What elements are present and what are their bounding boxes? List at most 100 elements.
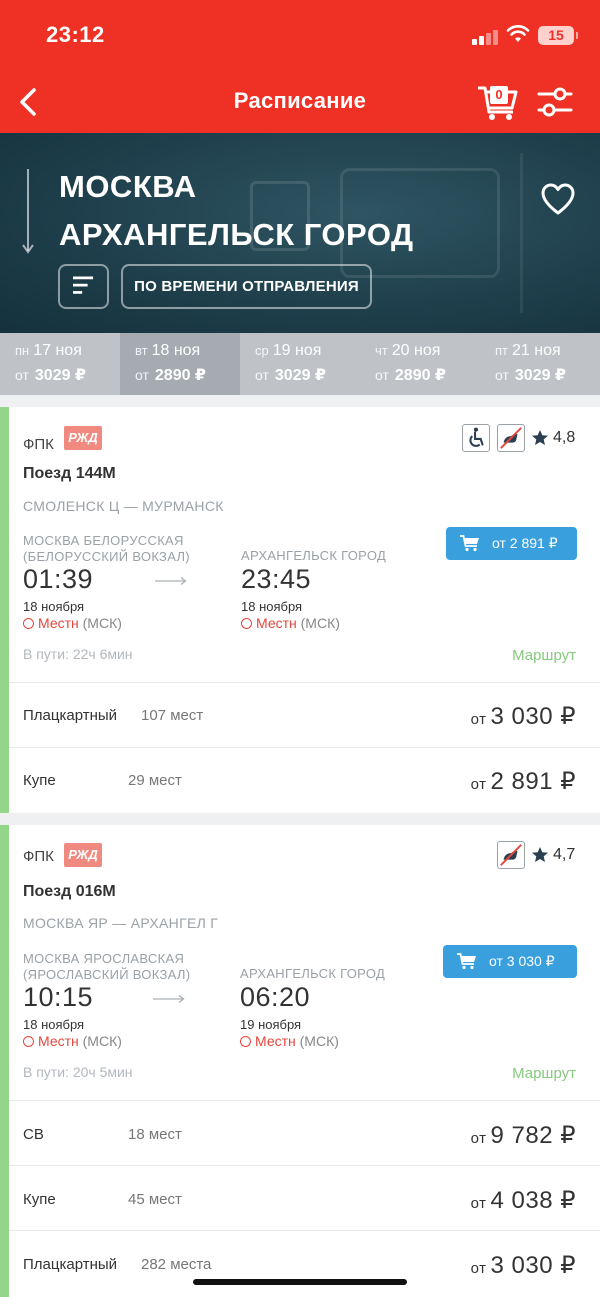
price-prefix: от (470, 1130, 487, 1147)
date-tab[interactable]: пн 17 ноя от 3029 ₽ (0, 333, 120, 395)
arrival-station: АРХАНГЕЛЬСК ГОРОД (240, 966, 386, 981)
date-min-price: 2890 ₽ (394, 367, 447, 384)
train-rating: 4,7 (553, 846, 576, 863)
battery-indicator: 15 (538, 26, 578, 45)
clock-icon (240, 1036, 251, 1047)
class-name: Плацкартный (23, 1256, 118, 1273)
timezone-local: Местн (256, 615, 297, 631)
divider (9, 1230, 600, 1231)
arrival-date: 19 ноября (240, 1017, 302, 1032)
divider (9, 682, 600, 683)
class-name: Купе (23, 1191, 56, 1208)
timezone-msk: (МСК) (300, 615, 340, 631)
class-price: от 9 782 ₽ (471, 1121, 576, 1150)
price-value: 3 030 ₽ (490, 1252, 576, 1279)
date-weekday: пн (15, 343, 30, 358)
buy-ticket-button[interactable]: от 2 891 ₽ (446, 527, 577, 560)
class-price: от 3 030 ₽ (471, 702, 576, 731)
class-price: от 4 038 ₽ (471, 1186, 576, 1215)
route-link[interactable]: Маршрут (512, 1065, 576, 1082)
class-seats: 282 места (141, 1256, 212, 1273)
date-label: 19 ноя (272, 342, 322, 359)
cart-icon (457, 953, 476, 970)
price-prefix: от (135, 367, 149, 383)
carrier-name: ФПК (23, 436, 54, 453)
class-seats: 107 мест (141, 707, 204, 724)
price-prefix: от (470, 1260, 487, 1277)
train-card[interactable]: ФПК РЖД 4,7 Поезд 016М МОСКВА ЯР — АРХАН… (0, 825, 600, 1297)
route-direction-icon (22, 169, 34, 254)
timezone-local: Местн (38, 1033, 79, 1049)
timezone-label: Местн (МСК) (241, 615, 340, 631)
travel-duration: В пути: 22ч 6мин (23, 646, 133, 662)
date-tab-selected[interactable]: вт 18 ноя от 2890 ₽ (120, 333, 240, 395)
star-icon (532, 847, 548, 862)
schedule-screen: 23:12 15 Расписание 0 МОСКВА АРХАНГЕЛЬСК… (0, 0, 600, 1297)
card-accent (0, 825, 9, 1297)
class-name: Купе (23, 772, 56, 789)
divider (9, 1100, 600, 1101)
timezone-label: Местн (МСК) (23, 1033, 122, 1049)
class-name: СВ (23, 1126, 44, 1143)
sort-by-departure-button[interactable]: ПО ВРЕМЕНИ ОТПРАВЛЕНИЯ (121, 264, 372, 309)
buy-ticket-button[interactable]: от 3 030 ₽ (443, 945, 577, 978)
carrier-name: ФПК (23, 848, 54, 865)
station-terminal: (ЯРОСЛАВСКИЙ ВОКЗАЛ) (23, 967, 191, 982)
arrival-time: 06:20 (240, 982, 311, 1012)
date-weekday: ср (255, 343, 269, 358)
timezone-msk: (МСК) (299, 1033, 339, 1049)
date-min-price: 3029 ₽ (34, 367, 87, 384)
travel-duration: В пути: 20ч 5мин (23, 1064, 133, 1080)
route-link[interactable]: Маршрут (512, 647, 576, 664)
station-name: МОСКВА ЯРОСЛАВСКАЯ (23, 951, 185, 966)
date-tab[interactable]: пт 21 ноя от 3029 ₽ (480, 333, 600, 395)
price-value: 4 038 ₽ (490, 1187, 576, 1214)
price-value: 9 782 ₽ (490, 1122, 576, 1149)
train-card[interactable]: ФПК РЖД 4,8 Поезд 144М СМОЛЕНСК Ц — МУРМ… (0, 407, 600, 813)
train-number: Поезд 144М (23, 465, 116, 482)
arrival-date: 18 ноября (241, 599, 303, 614)
cart-icon (460, 535, 479, 552)
divider (9, 747, 600, 748)
date-min-price: 2890 ₽ (154, 367, 207, 384)
date-tab[interactable]: ср 19 ноя от 3029 ₽ (240, 333, 360, 395)
date-label: 21 ноя (512, 342, 561, 359)
filter-icon[interactable] (536, 84, 574, 120)
departure-date: 18 ноября (23, 1017, 85, 1032)
departure-time: 01:39 (23, 564, 94, 594)
signal-icon (472, 27, 500, 45)
train-route: МОСКВА ЯР — АРХАНГЕЛ Г (23, 915, 219, 931)
price-prefix: от (470, 776, 487, 793)
timezone-label: Местн (МСК) (23, 615, 122, 631)
heart-icon[interactable] (540, 183, 576, 217)
price-prefix: от (15, 367, 29, 383)
date-tab[interactable]: чт 20 ноя от 2890 ₽ (360, 333, 480, 395)
date-label: 17 ноя (33, 342, 82, 359)
departure-date: 18 ноября (23, 599, 85, 614)
app-header: 23:12 15 Расписание 0 (0, 0, 600, 133)
departure-station: МОСКВА БЕЛОРУССКАЯ (БЕЛОРУССКИЙ ВОКЗАЛ) (23, 533, 190, 565)
station-name: МОСКВА БЕЛОРУССКАЯ (23, 533, 184, 548)
buy-price-label: от 2 891 ₽ (492, 535, 558, 551)
cart-count-badge: 0 (490, 86, 508, 104)
class-seats: 29 мест (128, 772, 182, 789)
price-prefix: от (255, 367, 269, 383)
cart-button[interactable]: 0 (476, 82, 520, 122)
wheelchair-icon (462, 424, 490, 452)
sort-icon (73, 276, 94, 294)
price-value: 2 891 ₽ (490, 768, 576, 795)
price-prefix: от (495, 367, 509, 383)
class-seats: 45 мест (128, 1191, 182, 1208)
wifi-icon (506, 25, 530, 42)
no-pets-icon (497, 424, 525, 452)
train-rating: 4,8 (553, 429, 576, 446)
arrival-time: 23:45 (241, 564, 312, 594)
train-route: СМОЛЕНСК Ц — МУРМАНСК (23, 498, 224, 514)
arrival-city: АРХАНГЕЛЬСК ГОРОД (59, 217, 414, 252)
divider (9, 1165, 600, 1166)
sort-toggle-button[interactable] (58, 264, 109, 309)
date-min-price: 3029 ₽ (274, 367, 327, 384)
home-indicator[interactable] (193, 1279, 407, 1285)
date-weekday: пт (495, 343, 508, 358)
clock-icon (23, 1036, 34, 1047)
